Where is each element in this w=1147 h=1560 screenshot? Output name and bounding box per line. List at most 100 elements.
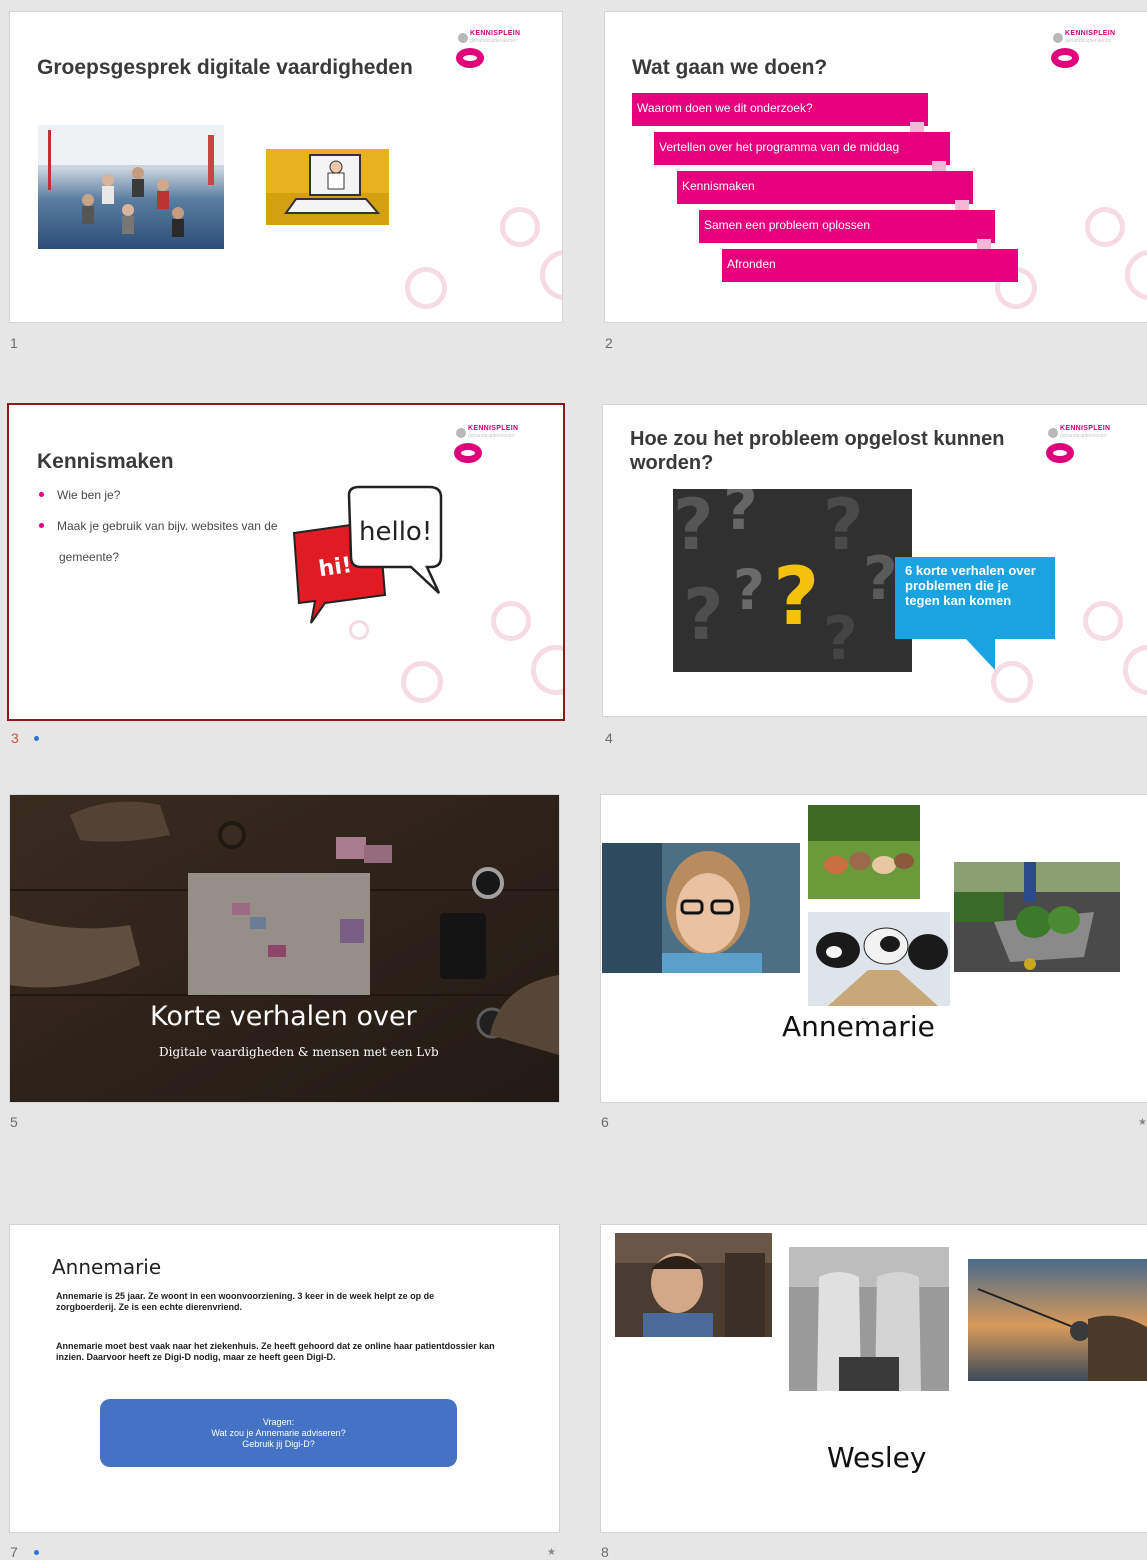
slide-thumbnail-7[interactable]: Annemarie Annemarie is 25 jaar. Ze woont…: [10, 1225, 559, 1532]
agenda-step-label: Kennismaken: [682, 179, 755, 193]
logo-sub: gehandicaptensector: [1065, 38, 1112, 44]
bullet-text: Wie ben je?: [57, 488, 121, 502]
slide-title: Hoe zou het probleem opgelost kunnen wor…: [630, 428, 1005, 474]
bullet-dot-icon: [39, 523, 44, 528]
decorative-circle: [1123, 645, 1147, 695]
bullet-dot-icon: [39, 492, 44, 497]
logo-sub: gehandicaptensector: [468, 433, 515, 439]
slide-paragraph-1: Annemarie is 25 jaar. Ze woont in een wo…: [56, 1291, 435, 1312]
kennisplein-logo: KENNISPLEIN gehandicaptensector: [450, 423, 542, 471]
slide-number: 7: [10, 1544, 18, 1560]
slide-subtitle: Digitale vaardigheden & mensen met een L…: [159, 1045, 439, 1059]
logo-pin-icon: [1053, 33, 1063, 43]
svg-text:?: ?: [723, 489, 758, 544]
slide-number: 6: [601, 1114, 609, 1130]
questions-box: Vragen: Wat zou je Annemarie adviseren? …: [100, 1399, 457, 1467]
svg-text:?: ?: [683, 574, 724, 656]
logo-sub: gehandicaptensector: [470, 38, 517, 44]
svg-text:?: ?: [863, 544, 898, 614]
speech-bubbles-illustration: hi! hello!: [292, 485, 443, 624]
decorative-circle: [491, 601, 531, 641]
bullet-item: Maak je gebruik van bijv. websites van d…: [39, 519, 278, 533]
bullet-text: gemeente?: [59, 550, 120, 564]
transition-star-icon: ★: [547, 1547, 556, 1558]
transition-star-icon: ★: [1138, 1117, 1147, 1128]
slide-number: 1: [10, 335, 18, 351]
slide-thumbnail-3[interactable]: KENNISPLEIN gehandicaptensector Kennisma…: [9, 405, 563, 719]
question-marks-photo: ? ? ? ? ? ? ? ?: [673, 489, 912, 672]
callout-text: 6 korte verhalen over problemen die je t…: [905, 563, 1036, 608]
slide-thumbnail-8[interactable]: Wesley: [601, 1225, 1147, 1532]
decorative-circle: [500, 207, 540, 247]
slide-title: Wat gaan we doen?: [632, 56, 828, 79]
agenda-step-1: Waarom doen we dit onderzoek?: [632, 93, 928, 143]
question-item: Wat zou je Annemarie adviseren?: [211, 1428, 346, 1438]
logo-name: KENNISPLEIN: [1065, 30, 1116, 37]
slide-caption: Wesley: [827, 1441, 927, 1474]
girl-portrait-photo: [602, 843, 800, 973]
decorative-circle: [1125, 250, 1147, 300]
slide-title: Korte verhalen over: [150, 1001, 417, 1032]
logo-name: KENNISPLEIN: [468, 425, 519, 432]
logo-name: KENNISPLEIN: [470, 30, 521, 37]
slide-thumbnail-6[interactable]: Annemarie: [601, 795, 1147, 1102]
workers-bw-photo: [789, 1247, 949, 1391]
slide-title: Groepsgesprek digitale vaardigheden: [37, 56, 413, 79]
decorative-circle: [1083, 601, 1123, 641]
callout-tail: [965, 638, 995, 670]
slide-number: 8: [601, 1544, 609, 1560]
slide-paragraph-2: Annemarie moet best vaak naar het zieken…: [56, 1341, 495, 1362]
slide-number: 5: [10, 1114, 18, 1130]
questions-heading: Vragen:: [262, 1417, 295, 1427]
svg-text:?: ?: [823, 604, 858, 672]
fishing-photo: [968, 1259, 1147, 1381]
bubble-hello-text: hello!: [359, 517, 432, 547]
slide-number: 3: [11, 730, 19, 746]
slide-thumbnail-2[interactable]: KENNISPLEIN gehandicaptensector Wat gaan…: [605, 12, 1147, 322]
cows-photo: [808, 912, 950, 1006]
decorative-circle: [540, 250, 562, 300]
svg-text:?: ?: [733, 558, 765, 622]
slide-thumbnail-4[interactable]: KENNISPLEIN gehandicaptensector Hoe zou …: [603, 405, 1147, 716]
logo-ring-icon: [1051, 48, 1079, 68]
slide-thumbnail-5[interactable]: Korte verhalen over Digitale vaardighede…: [10, 795, 559, 1102]
man-portrait-photo: [615, 1233, 772, 1337]
svg-text:?: ?: [673, 489, 714, 566]
bullet-item: Wie ben je?: [39, 488, 121, 502]
agenda-step-label: Vertellen over het programma van de midd…: [659, 140, 900, 154]
slide-thumbnail-1[interactable]: KENNISPLEIN gehandicaptensector Groepsge…: [10, 12, 562, 322]
animation-indicator-icon: [34, 736, 39, 741]
agenda-step-label: Waarom doen we dit onderzoek?: [637, 101, 813, 115]
agenda-step-2: Vertellen over het programma van de midd…: [654, 132, 950, 182]
bullet-item-continued: gemeente?: [59, 550, 119, 564]
logo-sub: gehandicaptensector: [1060, 433, 1107, 439]
logo-ring-icon: [454, 443, 482, 463]
agenda-step-4: Samen een probleem oplossen: [699, 210, 995, 260]
svg-text:?: ?: [773, 550, 819, 643]
agenda-step-5: Afronden: [722, 249, 1018, 282]
logo-pin-icon: [1048, 428, 1058, 438]
slide-title: Kennismaken: [37, 450, 174, 473]
logo-pin-icon: [456, 428, 466, 438]
agenda-step-3: Kennismaken: [677, 171, 973, 221]
decorative-circle: [401, 661, 443, 703]
bullet-text: Maak je gebruik van bijv. websites van d…: [57, 519, 278, 533]
kennisplein-logo: KENNISPLEIN gehandicaptensector: [1042, 423, 1134, 471]
logo-ring-icon: [1046, 443, 1074, 463]
slide-title: Annemarie: [52, 1255, 162, 1279]
kennisplein-logo: KENNISPLEIN gehandicaptensector: [452, 28, 544, 76]
kennisplein-logo: KENNISPLEIN gehandicaptensector: [1047, 28, 1139, 76]
group-meeting-photo: [38, 125, 224, 249]
laptop-illustration: [266, 149, 389, 225]
wheelbarrow-plants-photo: [954, 862, 1120, 972]
decorative-circle: [991, 661, 1033, 703]
decorative-circle: [531, 645, 563, 695]
bubble-hi-text: hi!: [317, 553, 353, 582]
chickens-photo: [808, 805, 920, 899]
animation-indicator-icon: [34, 1550, 39, 1555]
logo-ring-icon: [456, 48, 484, 68]
slide-number: 2: [605, 335, 613, 351]
agenda-step-label: Afronden: [727, 257, 776, 271]
svg-text:?: ?: [823, 489, 864, 566]
logo-pin-icon: [458, 33, 468, 43]
